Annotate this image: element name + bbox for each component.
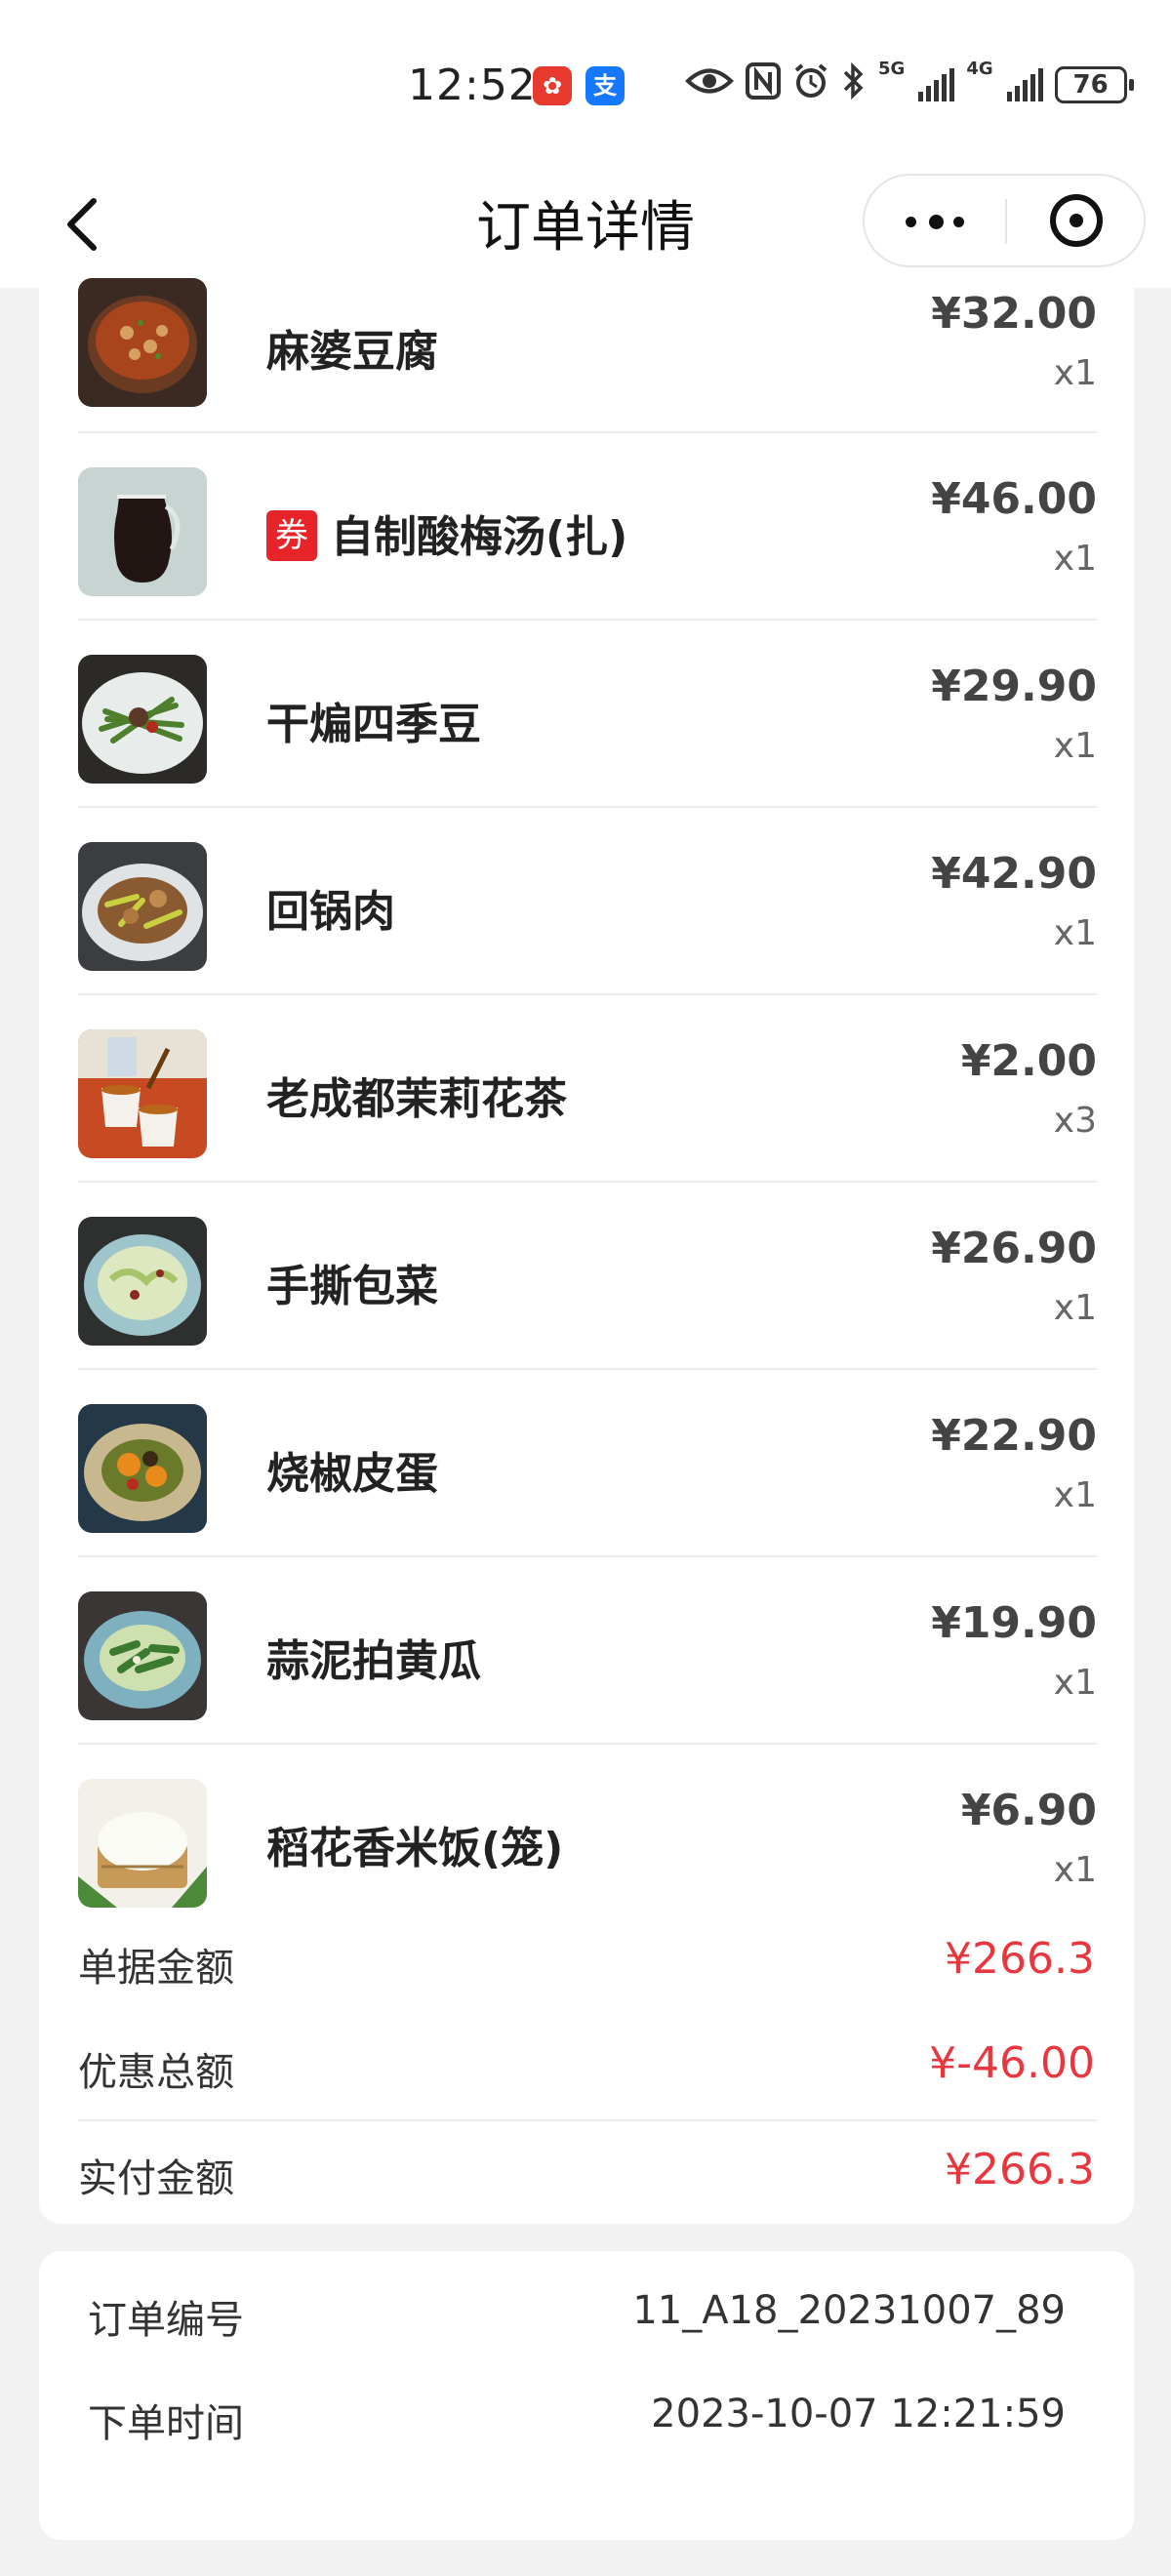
battery-icon: 76 [1054, 66, 1134, 103]
more-dots-icon [953, 217, 964, 227]
list-item[interactable]: 券自制酸梅汤(扎) ¥46.00 x1 [78, 433, 1097, 621]
network-5g-label: 5G [878, 59, 906, 79]
dish-image [78, 467, 207, 596]
dish-name: 回锅肉 [266, 887, 395, 937]
dish-name: 蒜泥拍黄瓜 [266, 1636, 481, 1686]
paid-amount-value: ¥266.3 [945, 2145, 1095, 2194]
dish-quantity: x1 [1053, 1475, 1097, 1515]
list-item[interactable]: 回锅肉 ¥42.90 x1 [78, 808, 1097, 995]
dish-image [78, 278, 207, 407]
alarm-icon [792, 62, 829, 107]
order-number-value: 11_A18_20231007_89 [632, 2288, 1066, 2333]
list-item[interactable]: 蒜泥拍黄瓜 ¥19.90 x1 [78, 1557, 1097, 1745]
dish-quantity: x1 [1053, 1663, 1097, 1703]
dish-name-text: 自制酸梅汤(扎) [331, 512, 628, 562]
dish-quantity: x1 [1053, 726, 1097, 766]
network-4g-label: 4G [966, 59, 993, 79]
list-item[interactable]: 烧椒皮蛋 ¥22.90 x1 [78, 1370, 1097, 1557]
nfc-icon [746, 62, 781, 107]
bill-amount-value: ¥266.3 [945, 1934, 1095, 1984]
status-time: 12:52 [408, 60, 537, 110]
dish-quantity: x1 [1053, 539, 1097, 579]
dish-quantity: x1 [1053, 1288, 1097, 1328]
dish-name: 稻花香米饭(笼) [266, 1824, 564, 1873]
dish-price: ¥26.90 [931, 1224, 1097, 1273]
more-button[interactable] [865, 176, 1005, 265]
list-item[interactable]: 老成都茉莉花茶 ¥2.00 x3 [78, 995, 1097, 1183]
more-dots-icon [929, 215, 944, 229]
discount-total-value: ¥-46.00 [929, 2038, 1095, 2088]
dish-price: ¥22.90 [931, 1411, 1097, 1461]
dish-name: 手撕包菜 [266, 1262, 438, 1311]
dish-quantity: x1 [1053, 1850, 1097, 1890]
coupon-badge: 券 [266, 510, 317, 561]
dish-image [78, 1779, 207, 1908]
dish-price: ¥32.00 [931, 289, 1097, 339]
signal-4g-icon [1006, 68, 1043, 101]
dish-image [78, 1404, 207, 1533]
order-time-label: 下单时间 [88, 2401, 244, 2446]
mini-program-capsule [863, 174, 1146, 267]
dish-quantity: x1 [1053, 913, 1097, 953]
dish-quantity: x1 [1053, 353, 1097, 393]
summary-divider [78, 2119, 1097, 2121]
eye-icon [685, 64, 734, 105]
order-number-label: 订单编号 [88, 2298, 244, 2343]
dish-name: 老成都茉莉花茶 [266, 1074, 567, 1124]
dish-image [78, 842, 207, 971]
status-icons: 5G 4G 76 [685, 59, 1134, 109]
list-item[interactable]: 手撕包菜 ¥26.90 x1 [78, 1183, 1097, 1370]
target-icon [1050, 194, 1103, 247]
dish-quantity: x3 [1053, 1101, 1097, 1141]
bluetooth-icon [841, 61, 867, 107]
dish-price: ¥46.00 [931, 474, 1097, 524]
dish-price: ¥2.00 [960, 1036, 1097, 1086]
dish-name: 烧椒皮蛋 [266, 1449, 438, 1499]
alipay-notification-icon: 支 [586, 66, 625, 105]
order-info-card: 订单编号 11_A18_20231007_89 下单时间 2023-10-07 … [39, 2251, 1134, 2540]
close-mini-program-button[interactable] [1007, 176, 1146, 265]
bill-amount-label: 单据金额 [78, 1946, 234, 1991]
dish-price: ¥19.90 [931, 1598, 1097, 1648]
dish-name: 麻婆豆腐 [266, 327, 438, 377]
more-dots-icon [906, 217, 916, 227]
app-notification-icon: ✿ [533, 66, 572, 105]
dish-name: 干煸四季豆 [266, 700, 481, 749]
dish-price: ¥42.90 [931, 849, 1097, 899]
dish-price: ¥29.90 [931, 662, 1097, 711]
list-item[interactable]: 麻婆豆腐 ¥32.00 x1 [78, 278, 1097, 433]
signal-5g-icon [918, 68, 955, 101]
dish-image [78, 655, 207, 784]
dish-image [78, 1029, 207, 1158]
status-bar: 12:52 ✿ 支 5G 4G 76 [0, 0, 1171, 171]
dish-price: ¥6.90 [960, 1786, 1097, 1835]
dish-image [78, 1591, 207, 1720]
list-item[interactable]: 干煸四季豆 ¥29.90 x1 [78, 621, 1097, 808]
discount-total-label: 优惠总额 [78, 2050, 234, 2095]
dish-name: 券自制酸梅汤(扎) [266, 502, 627, 565]
order-time-value: 2023-10-07 12:21:59 [651, 2392, 1066, 2436]
list-item[interactable]: 稻花香米饭(笼) ¥6.90 x1 [78, 1745, 1097, 1932]
paid-amount-label: 实付金额 [78, 2156, 234, 2201]
dish-image [78, 1217, 207, 1346]
